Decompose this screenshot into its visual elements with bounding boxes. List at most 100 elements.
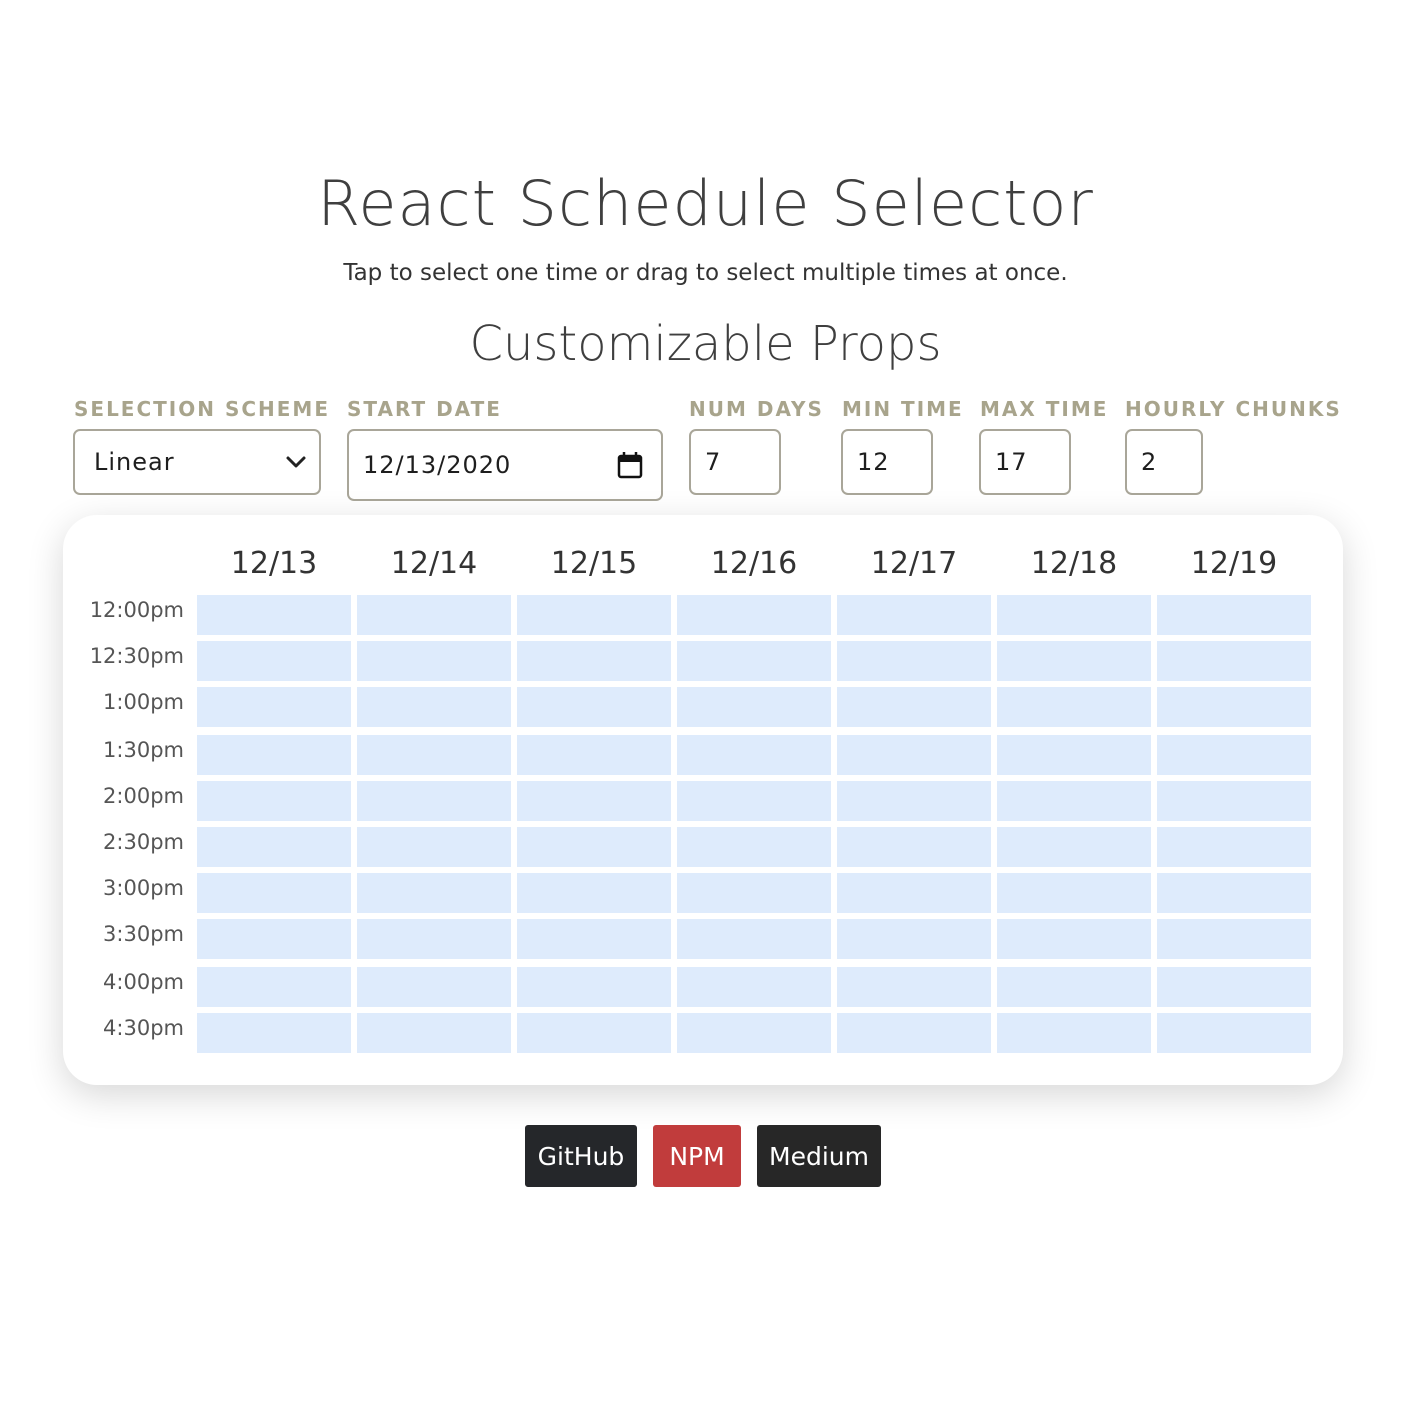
time-label: 2:00pm: [103, 784, 184, 808]
time-label: 1:30pm: [103, 738, 184, 762]
time-slot-cell[interactable]: [997, 735, 1151, 775]
time-slot-cell[interactable]: [1157, 641, 1311, 681]
day-header: 12/14: [390, 546, 478, 581]
day-header: 12/13: [230, 546, 318, 581]
time-slot-cell[interactable]: [997, 873, 1151, 913]
time-slot-cell[interactable]: [1157, 595, 1311, 635]
time-slot-cell[interactable]: [677, 1013, 831, 1053]
github-button[interactable]: GitHub: [525, 1125, 637, 1187]
time-slot-cell[interactable]: [197, 919, 351, 959]
selection-scheme-select[interactable]: Linear: [73, 429, 321, 495]
time-slot-cell[interactable]: [677, 735, 831, 775]
time-slot-cell[interactable]: [197, 735, 351, 775]
time-slot-cell[interactable]: [517, 1013, 671, 1053]
time-slot-cell[interactable]: [677, 595, 831, 635]
time-slot-cell[interactable]: [517, 967, 671, 1007]
time-slot-cell[interactable]: [197, 687, 351, 727]
time-slot-cell[interactable]: [1157, 873, 1311, 913]
time-slot-cell[interactable]: [837, 1013, 991, 1053]
max-time-input[interactable]: 17: [979, 429, 1071, 495]
hourly-chunks-input[interactable]: 2: [1125, 429, 1203, 495]
time-label: 12:30pm: [89, 644, 184, 668]
max-time-value: 17: [995, 448, 1028, 476]
time-slot-cell[interactable]: [677, 827, 831, 867]
medium-button[interactable]: Medium: [757, 1125, 881, 1187]
time-slot-cell[interactable]: [517, 735, 671, 775]
page-subtitle: Tap to select one time or drag to select…: [343, 260, 1068, 286]
time-slot-cell[interactable]: [517, 641, 671, 681]
day-header: 12/19: [1190, 546, 1278, 581]
time-slot-cell[interactable]: [837, 919, 991, 959]
time-slot-cell[interactable]: [997, 641, 1151, 681]
time-slot-cell[interactable]: [197, 781, 351, 821]
hourly-chunks-label: Hourly Chunks: [1125, 397, 1342, 421]
time-slot-cell[interactable]: [677, 641, 831, 681]
time-slot-cell[interactable]: [1157, 827, 1311, 867]
day-header: 12/17: [870, 546, 958, 581]
time-label: 3:30pm: [103, 922, 184, 946]
time-slot-cell[interactable]: [197, 1013, 351, 1053]
time-slot-cell[interactable]: [517, 919, 671, 959]
time-slot-cell[interactable]: [837, 687, 991, 727]
start-date-input[interactable]: 12/13/2020: [347, 429, 663, 501]
time-slot-cell[interactable]: [677, 919, 831, 959]
time-slot-cell[interactable]: [837, 827, 991, 867]
time-slot-cell[interactable]: [517, 781, 671, 821]
time-slot-cell[interactable]: [197, 967, 351, 1007]
selection-scheme-value: Linear: [94, 448, 175, 476]
time-slot-cell[interactable]: [197, 827, 351, 867]
time-slot-cell[interactable]: [357, 873, 511, 913]
calendar-icon[interactable]: [617, 451, 643, 479]
time-slot-cell[interactable]: [1157, 735, 1311, 775]
time-slot-cell[interactable]: [997, 967, 1151, 1007]
time-slot-cell[interactable]: [517, 687, 671, 727]
time-label: 12:00pm: [89, 598, 184, 622]
time-slot-cell[interactable]: [997, 781, 1151, 821]
time-slot-cell[interactable]: [677, 687, 831, 727]
time-slot-cell[interactable]: [357, 781, 511, 821]
time-slot-cell[interactable]: [1157, 919, 1311, 959]
time-slot-cell[interactable]: [997, 919, 1151, 959]
time-slot-cell[interactable]: [837, 967, 991, 1007]
page: React Schedule Selector Tap to select on…: [0, 0, 1411, 1411]
time-slot-cell[interactable]: [357, 919, 511, 959]
time-slot-cell[interactable]: [357, 595, 511, 635]
time-slot-cell[interactable]: [357, 687, 511, 727]
time-slot-cell[interactable]: [997, 1013, 1151, 1053]
time-slot-cell[interactable]: [837, 781, 991, 821]
time-slot-cell[interactable]: [357, 641, 511, 681]
time-slot-cell[interactable]: [197, 641, 351, 681]
time-slot-cell[interactable]: [1157, 781, 1311, 821]
time-slot-cell[interactable]: [997, 595, 1151, 635]
time-slot-cell[interactable]: [197, 873, 351, 913]
time-slot-cell[interactable]: [357, 827, 511, 867]
time-slot-cell[interactable]: [197, 595, 351, 635]
time-slot-cell[interactable]: [1157, 967, 1311, 1007]
time-slot-cell[interactable]: [517, 873, 671, 913]
time-slot-cell[interactable]: [517, 595, 671, 635]
hourly-chunks-value: 2: [1141, 448, 1158, 476]
max-time-label: Max Time: [980, 397, 1109, 421]
min-time-input[interactable]: 12: [841, 429, 933, 495]
time-slot-cell[interactable]: [517, 827, 671, 867]
time-slot-cell[interactable]: [677, 873, 831, 913]
time-label: 3:00pm: [103, 876, 184, 900]
day-header: 12/15: [550, 546, 638, 581]
npm-button[interactable]: NPM: [653, 1125, 741, 1187]
time-slot-cell[interactable]: [837, 595, 991, 635]
time-slot-cell[interactable]: [837, 873, 991, 913]
time-slot-cell[interactable]: [1157, 687, 1311, 727]
num-days-input[interactable]: 7: [689, 429, 781, 495]
time-slot-cell[interactable]: [1157, 1013, 1311, 1053]
time-slot-cell[interactable]: [357, 967, 511, 1007]
time-slot-cell[interactable]: [837, 735, 991, 775]
time-slot-cell[interactable]: [997, 827, 1151, 867]
time-slot-cell[interactable]: [677, 781, 831, 821]
time-slot-cell[interactable]: [997, 687, 1151, 727]
time-slot-cell[interactable]: [677, 967, 831, 1007]
time-slot-cell[interactable]: [357, 735, 511, 775]
time-slot-cell[interactable]: [837, 641, 991, 681]
day-header: 12/16: [710, 546, 798, 581]
time-slot-cell[interactable]: [357, 1013, 511, 1053]
selection-scheme-label: Selection Scheme: [74, 397, 330, 421]
